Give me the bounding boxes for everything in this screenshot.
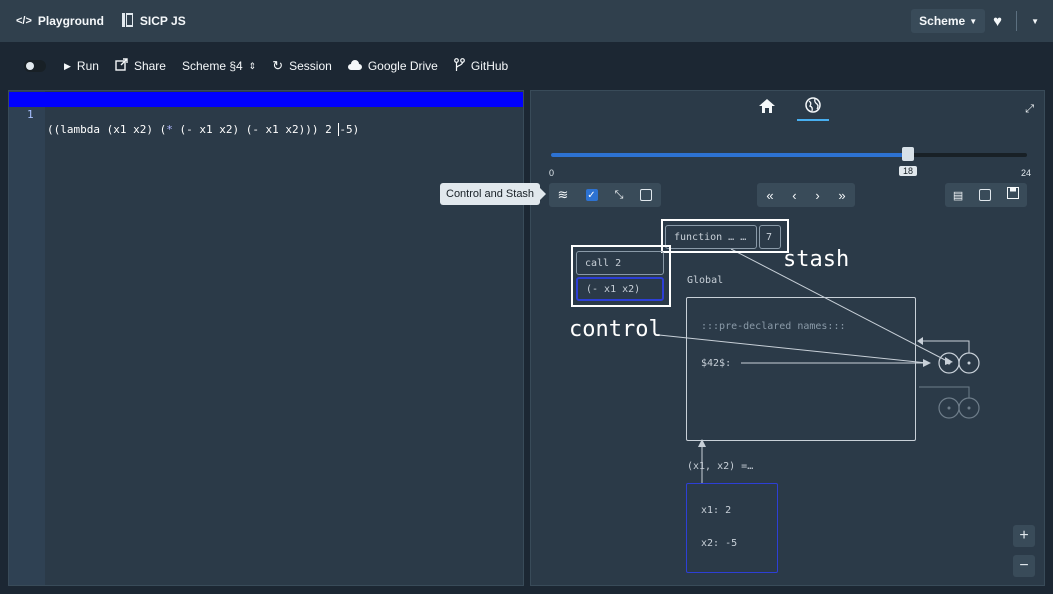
stash-item-value-text: 7	[766, 231, 773, 243]
stash-item-value: 7	[759, 225, 781, 249]
stash-item-function-text: function … …	[674, 231, 747, 243]
control-stash-tooltip: Control and Stash	[440, 183, 547, 205]
chevron-down-icon: ▼	[969, 16, 978, 26]
control-item-call: call 2	[576, 251, 664, 275]
playground-label: Playground	[37, 14, 104, 28]
divider	[1016, 11, 1018, 31]
line-gutter	[9, 91, 45, 585]
control-item-expr-text: (- x1 x2)	[586, 283, 641, 295]
language-select[interactable]: Scheme ▼	[911, 9, 986, 33]
chapter-select[interactable]: Scheme §4 ⇕	[182, 59, 256, 73]
github-label: GitHub	[470, 59, 509, 73]
code-rest: (- x1 x2) (- x1 x2))) 2	[172, 123, 339, 136]
stash-label: stash	[783, 247, 850, 272]
heart-icon[interactable]: ♥	[993, 13, 1002, 30]
frame-binding-x2: x2: -5	[701, 538, 738, 549]
run-button[interactable]: ▶ Run	[64, 59, 99, 73]
language-value: Scheme	[919, 14, 966, 28]
google-drive-button[interactable]: Google Drive	[347, 59, 438, 73]
google-drive-label: Google Drive	[367, 59, 438, 73]
zoom-out-button[interactable]: −	[1013, 555, 1035, 577]
top-navbar: </> Playground SICP JS Scheme ▼ ♥ ▼	[0, 0, 1053, 42]
code-star: *	[166, 123, 173, 136]
share-label: Share	[133, 59, 166, 73]
sicp-link[interactable]: SICP JS	[121, 12, 186, 30]
autorun-toggle[interactable]	[24, 60, 46, 72]
github-button[interactable]: GitHub	[453, 57, 509, 75]
code-editor[interactable]: 1 ((lambda (x1 x2) (* (- x1 x2) (- x1 x2…	[8, 90, 524, 586]
sicp-label: SICP JS	[139, 14, 186, 28]
code-text: ((lambda (x1 x2) (* (- x1 x2) (- x1 x2))…	[47, 122, 360, 137]
predeclared-names: :::pre-declared names:::	[701, 321, 846, 332]
double-caret-icon: ⇕	[248, 60, 257, 71]
control-item-expr: (- x1 x2)	[576, 277, 664, 301]
code-icon: </>	[16, 15, 32, 27]
share-button[interactable]: Share	[115, 58, 166, 74]
control-label: control	[569, 317, 662, 342]
play-icon: ▶	[64, 60, 71, 71]
session-label: Session	[289, 59, 332, 73]
book-icon	[121, 12, 133, 30]
session-button[interactable]: ↻ Session	[272, 58, 332, 74]
chapter-label: Scheme §4	[181, 59, 243, 73]
code-cursor: -5)	[338, 123, 360, 136]
global-frame-label: Global	[687, 275, 724, 286]
editor-line-1[interactable]: 1 ((lambda (x1 x2) (* (- x1 x2) (- x1 x2…	[9, 92, 523, 136]
frame-binding-x1: x1: 2	[701, 505, 732, 516]
run-label: Run	[76, 59, 99, 73]
git-branch-icon	[453, 57, 465, 75]
function-frame	[686, 483, 778, 573]
session-icon: ↻	[272, 58, 284, 73]
playground-link[interactable]: </> Playground	[16, 14, 104, 28]
code-main: ((lambda (x1 x2) (	[47, 123, 167, 136]
control-item-call-text: call 2	[585, 257, 622, 269]
frame-label: (x1, x2) =…	[687, 461, 754, 472]
share-icon	[115, 58, 128, 74]
stash-item-function: function … …	[665, 225, 757, 249]
control-bar: ▶ Run Share Scheme §4 ⇕ ↻ Session Google…	[0, 42, 1053, 90]
chevron-down-icon[interactable]: ▼	[1031, 17, 1039, 26]
cloud-icon	[347, 59, 362, 73]
global-frame	[686, 297, 916, 441]
global-binding-name: $42$:	[701, 358, 732, 369]
zoom-in-button[interactable]: +	[1013, 525, 1035, 547]
line-number: 1	[27, 108, 34, 121]
cse-machine-panel: ⤢ 0 18 24 ≋ ✓ ⤡ « ‹ › » ▤ function … … 7…	[530, 90, 1045, 586]
